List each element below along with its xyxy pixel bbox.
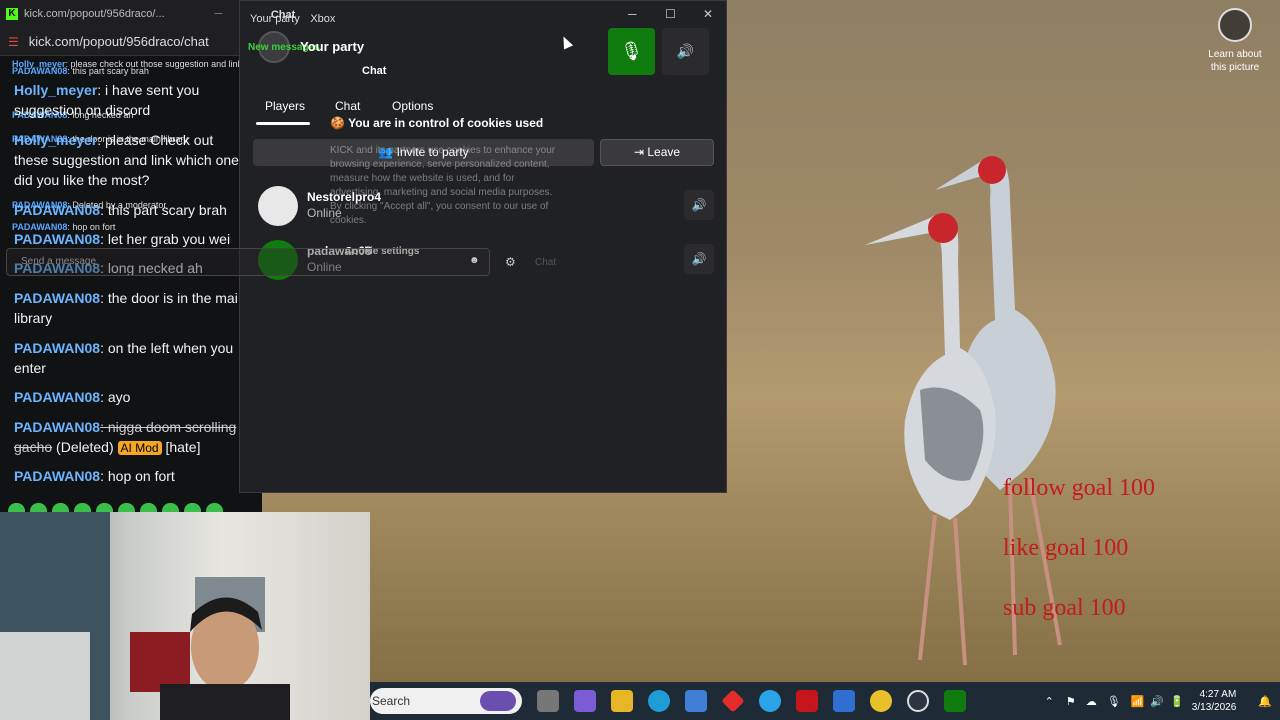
learn-about-picture-widget[interactable]: Learn about this picture [1204,8,1266,74]
kick-logo-icon: K [6,8,18,20]
player-volume-icon[interactable]: 🔊 [684,244,714,274]
chrome-icon[interactable] [870,690,892,712]
sub-goal-text: sub goal 100 [1003,595,1126,621]
volume-icon[interactable]: 🔊 [1150,695,1164,708]
chat-message: PADAWAN08: this part scary brah [14,202,227,218]
obs-icon[interactable] [907,690,929,712]
chat-message: PADAWAN08: on the left when you enter [14,340,234,376]
emote-icon[interactable] [8,503,25,512]
tab-players[interactable]: Players [265,99,305,113]
emote-icon[interactable] [30,503,47,512]
taskbar: Search ⌃ ⚑ ☁ 🎙 📶 🔊 🔋 4:27 AM 3/13/2026 🔔 [370,682,1280,720]
system-tray: ⌃ ⚑ ☁ 🎙 📶 🔊 🔋 4:27 AM 3/13/2026 🔔 [1045,682,1280,720]
send-message-input[interactable]: Send a message ☻ [6,248,490,276]
hate-tag: [hate] [165,439,201,455]
ai-mod-badge: AI Mod [117,441,162,455]
speaker-icon: 🔊 [676,43,695,59]
mcafee-icon[interactable] [796,690,818,712]
chevron-up-icon[interactable]: ⌃ [1045,695,1054,708]
chat-message: PADAWAN08: let her grab you wei [14,231,231,247]
follow-goal-text: follow goal 100 [1003,475,1155,501]
mic-tray-icon[interactable]: 🎙 [1107,695,1121,708]
player-avatar [258,186,298,226]
xbox-window-title: Your party Chat Xbox [250,9,336,25]
chat-ghost-label: Chat [362,65,387,77]
emoji-icon[interactable]: ☻ [469,255,480,266]
speaker-button[interactable]: 🔊 [662,28,709,75]
close-icon[interactable]: ✕ [703,7,713,21]
kick-titlebar: K kick.com/popout/956draco/... ─ ☐ [0,0,262,28]
site-settings-icon[interactable]: ☰ [8,35,19,49]
kick-url-bar[interactable]: ☰ kick.com/popout/956draco/chat [0,28,262,56]
minimize-icon[interactable]: ─ [628,7,637,21]
kick-title-url: kick.com/popout/956draco/... [24,8,165,20]
kick-url: kick.com/popout/956draco/chat [28,34,209,49]
emote-icon[interactable] [206,503,223,512]
chat-message: Holly_meyer: please Check out these sugg… [14,132,239,188]
microphone-icon: 🎙 [620,41,643,61]
emote-icon[interactable] [74,503,91,512]
cookie-body: KICK and its partners use cookies to enh… [330,145,556,226]
cloud-icon[interactable]: ☁ [1086,695,1097,708]
chat-send-button[interactable]: Chat [535,257,556,268]
chat-message: PADAWAN08: hop on fort [14,468,175,484]
tab-options[interactable]: Options [392,99,433,113]
kick-minimize-icon[interactable]: ─ [215,8,223,20]
leave-button[interactable]: ⇥ Leave [600,139,714,166]
taskbar-search[interactable]: Search [370,688,522,714]
emote-icon[interactable] [162,503,179,512]
outlook-icon[interactable] [833,690,855,712]
file-explorer-icon[interactable] [611,690,633,712]
wifi-icon[interactable]: 📶 [1131,695,1145,708]
emote-icon[interactable] [184,503,201,512]
chat-message: Holly_meyer: i have sent you suggestion … [14,82,200,118]
emote-icon[interactable] [96,503,113,512]
tab-chat[interactable]: Chat [335,99,360,113]
cookie-title: 🍪 You are in control of cookies used [330,116,544,130]
app-red-icon[interactable] [721,689,745,713]
clock[interactable]: 4:27 AM 3/13/2026 [1192,688,1237,714]
notification-icon[interactable]: 🔔 [1258,695,1272,708]
copilot-icon[interactable] [574,690,596,712]
party-label: Your party [300,39,365,54]
active-tab-indicator [256,122,310,125]
emote-row[interactable] [8,503,223,512]
xbox-party-window: Your party Chat Xbox ─ ☐ ✕ New messages … [239,0,727,493]
app-blue-icon[interactable] [759,690,781,712]
deleted-label: (Deleted) [56,439,114,455]
tray-app-icon[interactable]: ⚑ [1066,695,1076,708]
learn-label: Learn about this picture [1208,49,1262,73]
like-goal-text: like goal 100 [1003,535,1129,561]
camera-icon [1218,8,1252,42]
webcam-feed [0,512,370,720]
chat-settings-icon[interactable]: ⚙ [505,255,516,269]
store-icon[interactable] [685,690,707,712]
microphone-button[interactable]: 🎙 [608,28,655,75]
chat-message: PADAWAN08: the door is in the mai librar… [14,290,238,326]
emote-icon[interactable] [52,503,69,512]
player-volume-icon[interactable]: 🔊 [684,190,714,220]
small-message: PADAWAN08: this part scary brah [12,66,149,76]
chat-message-deleted: PADAWAN08: nigga doom scrolling gacho (D… [14,419,237,455]
chat-message: PADAWAN08: ayo [14,389,131,405]
leave-icon: ⇥ [633,145,644,159]
maximize-icon[interactable]: ☐ [665,7,676,21]
emote-icon[interactable] [140,503,157,512]
cookie-icon: 🍪 [330,116,345,130]
task-view-icon[interactable] [537,690,559,712]
search-highlight-icon [480,691,516,711]
battery-icon[interactable]: 🔋 [1170,695,1184,708]
emote-icon[interactable] [118,503,135,512]
edge-icon[interactable] [648,690,670,712]
webcam-person-image [0,512,290,720]
xbox-taskbar-icon[interactable] [944,690,966,712]
